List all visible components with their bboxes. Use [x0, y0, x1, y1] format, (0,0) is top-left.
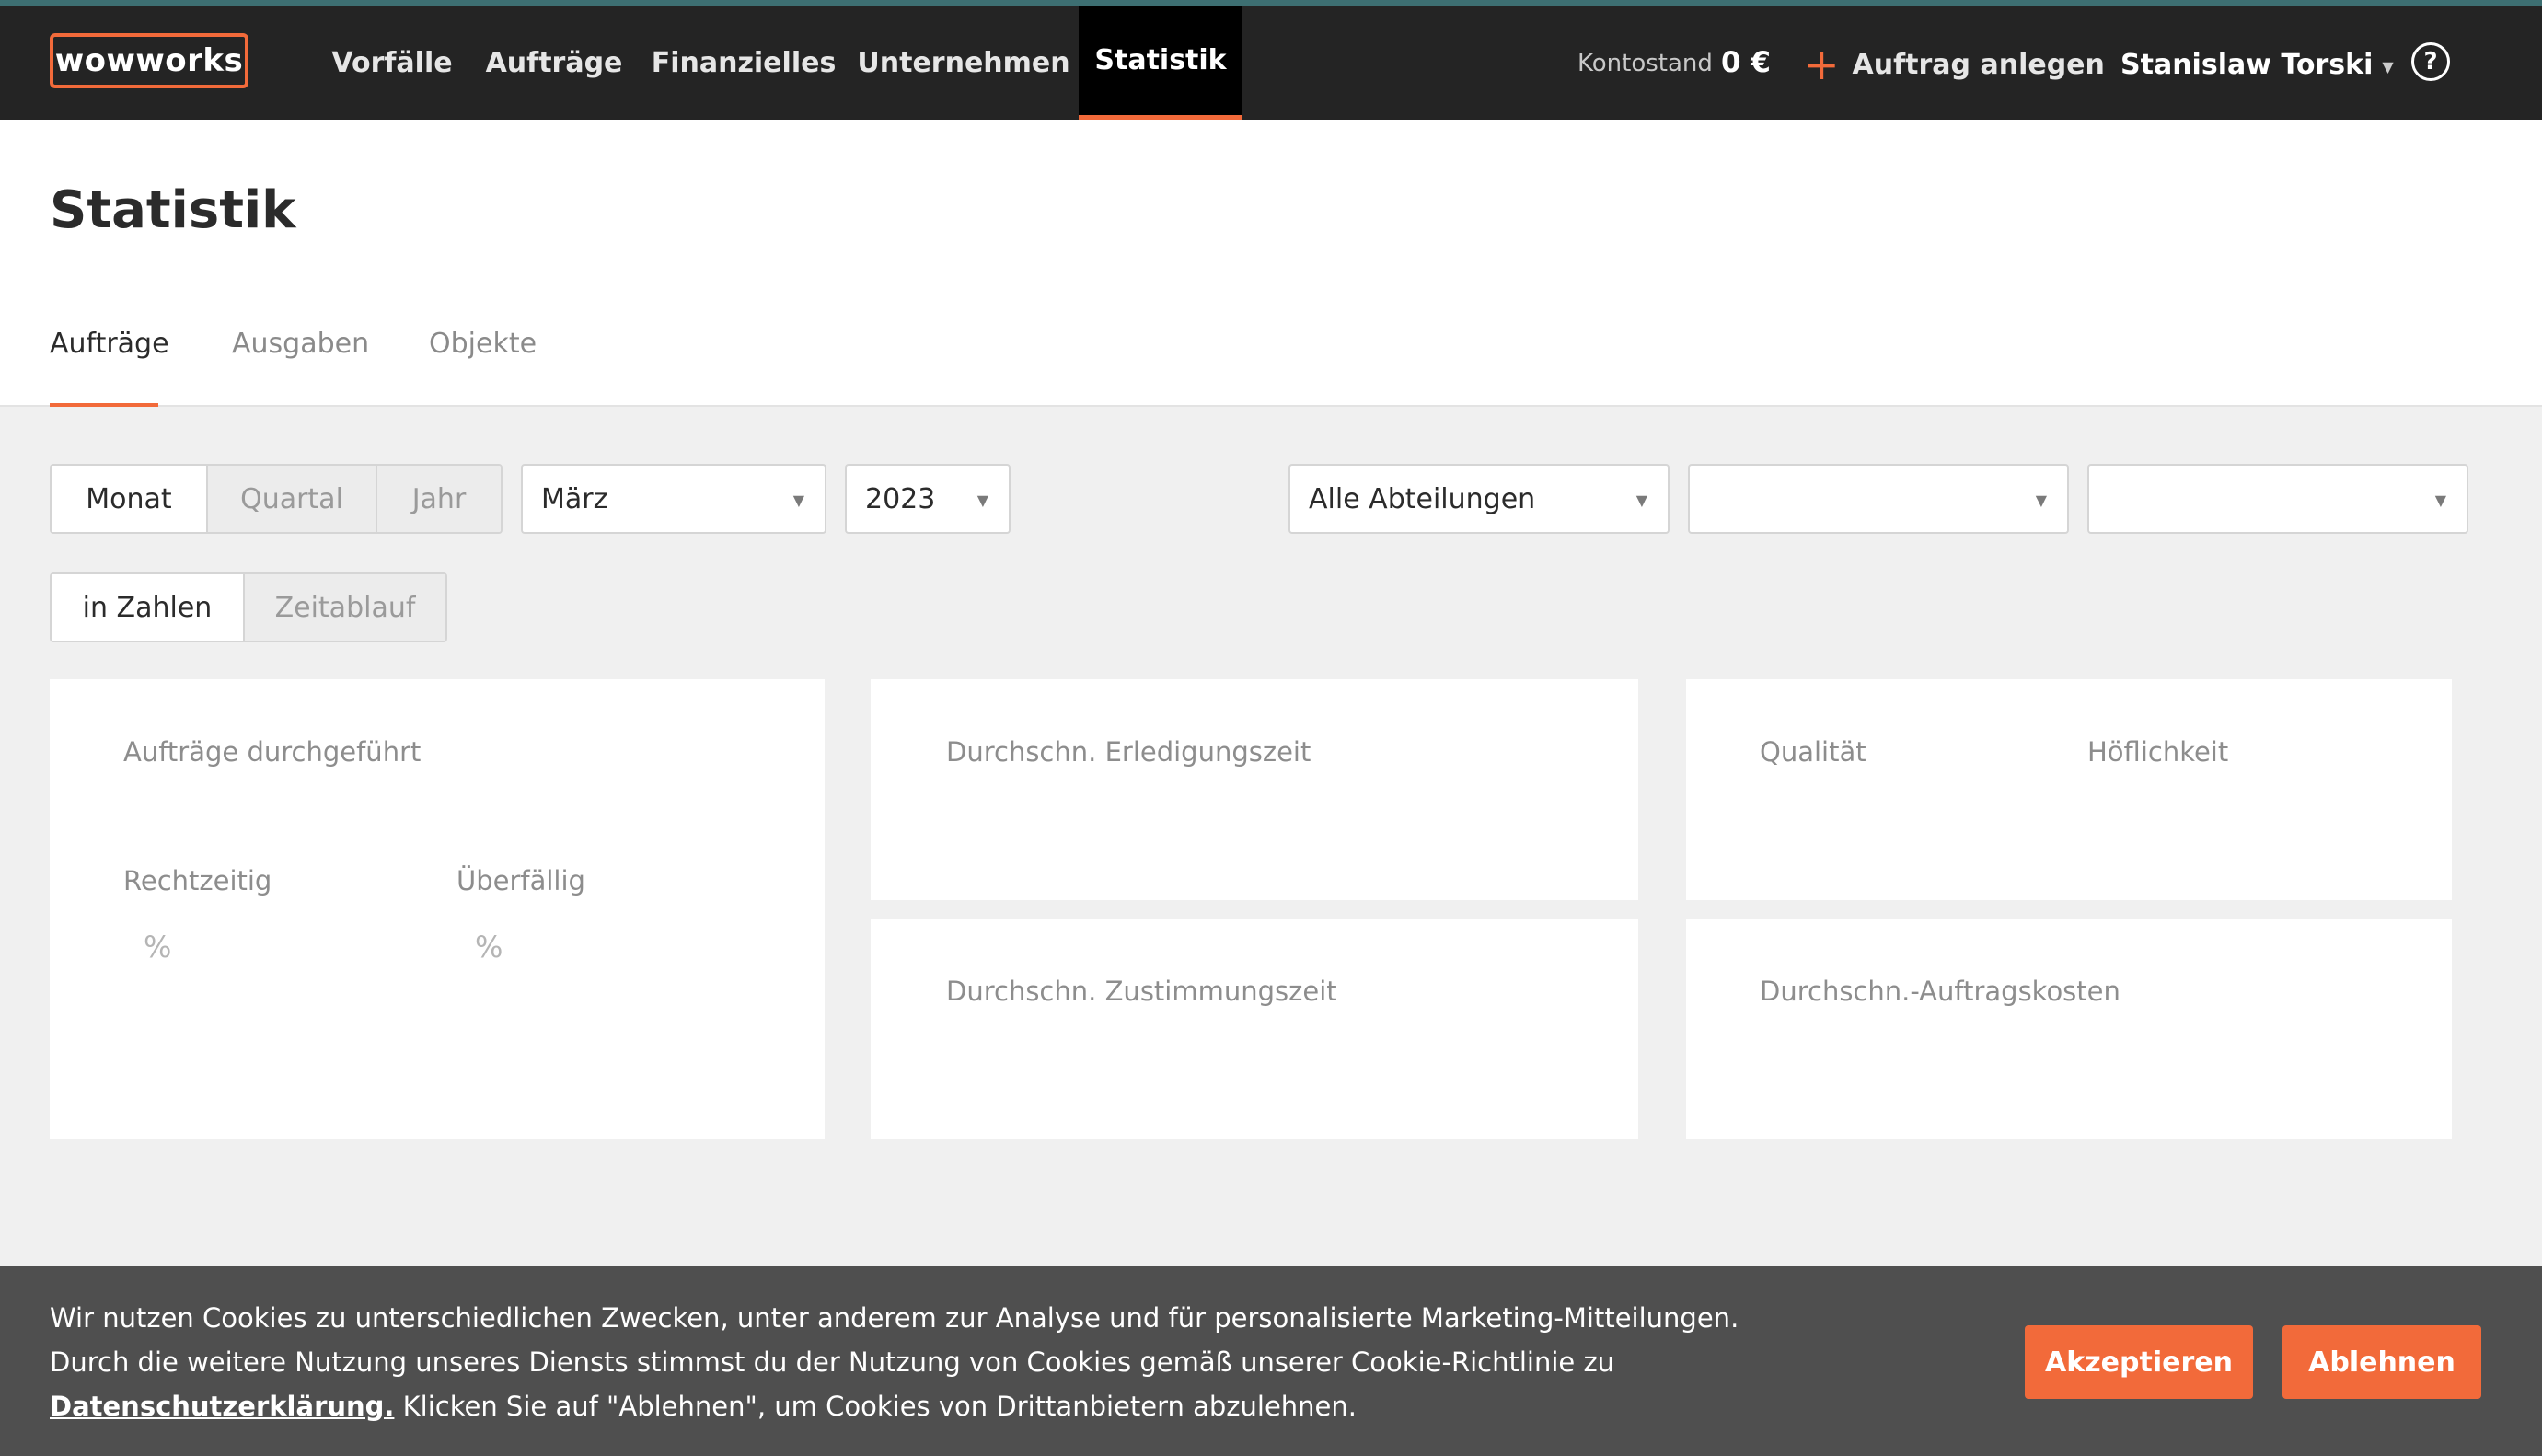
- period-quarter-button[interactable]: Quartal: [208, 466, 377, 532]
- nav-item-auftraege[interactable]: Aufträge: [480, 6, 628, 120]
- nav-item-vorfaelle[interactable]: Vorfälle: [324, 6, 460, 120]
- orders-done-label: Aufträge durchgeführt: [123, 736, 422, 768]
- quality-label: Qualität: [1760, 736, 1866, 768]
- department-select-value: Alle Abteilungen: [1309, 482, 1536, 515]
- filter-select-3[interactable]: ▼: [2087, 464, 2468, 534]
- avg-completion-label: Durchschn. Erledigungszeit: [946, 736, 1311, 768]
- overdue-label: Überfällig: [456, 865, 585, 896]
- avg-cost-label: Durchschn.-Auftragskosten: [1760, 976, 2120, 1007]
- nav-item-finanzielles[interactable]: Finanzielles: [652, 6, 837, 120]
- dropdown-arrow-icon: ▼: [2035, 491, 2047, 509]
- view-timeline-button[interactable]: Zeitablauf: [245, 574, 445, 641]
- user-name: Stanislaw Torski: [2120, 48, 2374, 81]
- nav-item-unternehmen[interactable]: Unternehmen: [857, 6, 1069, 120]
- top-navigation: wowworks Vorfälle Aufträge Finanzielles …: [0, 0, 2542, 120]
- page-header: Statistik Aufträge Ausgaben Objekte: [0, 120, 2542, 407]
- privacy-policy-link[interactable]: Datenschutzerklärung.: [50, 1391, 394, 1422]
- nav-item-statistik[interactable]: Statistik: [1079, 6, 1242, 120]
- help-icon[interactable]: ?: [2411, 42, 2450, 81]
- month-select-value: März: [541, 482, 608, 515]
- quality-card: Qualität Höflichkeit: [1686, 679, 2452, 900]
- view-toggle: in Zahlen Zeitablauf: [50, 572, 447, 642]
- user-menu[interactable]: Stanislaw Torski ▼: [2120, 39, 2394, 90]
- dropdown-arrow-icon: ▼: [792, 491, 804, 509]
- dropdown-arrow-icon: ▼: [2434, 491, 2446, 509]
- tab-ausgaben[interactable]: Ausgaben: [232, 328, 369, 407]
- on-time-percent: %: [144, 930, 172, 965]
- dropdown-arrow-icon: ▼: [976, 491, 988, 509]
- year-select[interactable]: 2023 ▼: [845, 464, 1011, 534]
- department-select[interactable]: Alle Abteilungen ▼: [1288, 464, 1670, 534]
- politeness-label: Höflichkeit: [2087, 736, 2229, 768]
- overdue-percent: %: [475, 930, 503, 965]
- avg-approval-card: Durchschn. Zustimmungszeit: [871, 919, 1638, 1139]
- wowworks-logo[interactable]: wowworks: [50, 33, 248, 88]
- avg-cost-card: Durchschn.-Auftragskosten: [1686, 919, 2452, 1139]
- cookie-text-main: Wir nutzen Cookies zu unterschiedlichen …: [50, 1302, 1739, 1378]
- cookie-banner: Wir nutzen Cookies zu unterschiedlichen …: [0, 1266, 2542, 1456]
- month-select[interactable]: März ▼: [521, 464, 826, 534]
- create-order-button[interactable]: + Auftrag anlegen: [1804, 39, 2105, 90]
- cookie-text: Wir nutzen Cookies zu unterschiedlichen …: [50, 1296, 1743, 1428]
- year-select-value: 2023: [865, 482, 936, 515]
- filter-select-2[interactable]: ▼: [1688, 464, 2069, 534]
- caret-down-icon: ▼: [2382, 57, 2394, 75]
- dropdown-arrow-icon: ▼: [1635, 491, 1647, 509]
- plus-icon: +: [1804, 40, 1840, 89]
- accept-cookies-button[interactable]: Akzeptieren: [2025, 1325, 2253, 1399]
- period-toggle: Monat Quartal Jahr: [50, 464, 503, 534]
- tab-objekte[interactable]: Objekte: [429, 328, 537, 407]
- cookie-text-end: Klicken Sie auf "Ablehnen", um Cookies v…: [394, 1391, 1357, 1422]
- period-month-button[interactable]: Monat: [52, 466, 208, 532]
- avg-approval-label: Durchschn. Zustimmungszeit: [946, 976, 1337, 1007]
- decline-cookies-button[interactable]: Ablehnen: [2282, 1325, 2481, 1399]
- balance-value: 0 €: [1721, 46, 1771, 79]
- page-title: Statistik: [50, 180, 296, 240]
- on-time-label: Rechtzeitig: [123, 865, 272, 896]
- balance-label: Kontostand: [1577, 50, 1713, 77]
- create-order-label: Auftrag anlegen: [1852, 48, 2105, 81]
- period-year-button[interactable]: Jahr: [377, 466, 501, 532]
- tab-auftraege[interactable]: Aufträge: [50, 328, 169, 407]
- orders-done-card: Aufträge durchgeführt Rechtzeitig % Über…: [50, 679, 825, 1139]
- avg-completion-card: Durchschn. Erledigungszeit: [871, 679, 1638, 900]
- view-numbers-button[interactable]: in Zahlen: [52, 574, 245, 641]
